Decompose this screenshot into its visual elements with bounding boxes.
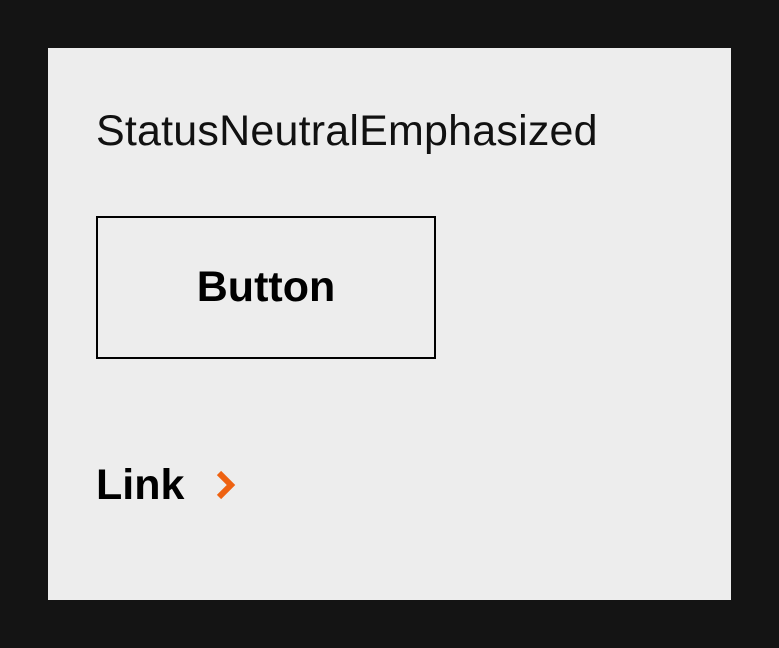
link[interactable]: Link xyxy=(96,458,238,512)
link-label: Link xyxy=(96,461,185,509)
primary-button[interactable]: Button xyxy=(96,216,436,359)
card-title: StatusNeutralEmphasized xyxy=(96,107,598,155)
status-card: StatusNeutralEmphasized Button Link xyxy=(48,48,731,600)
chevron-right-icon xyxy=(214,469,238,501)
